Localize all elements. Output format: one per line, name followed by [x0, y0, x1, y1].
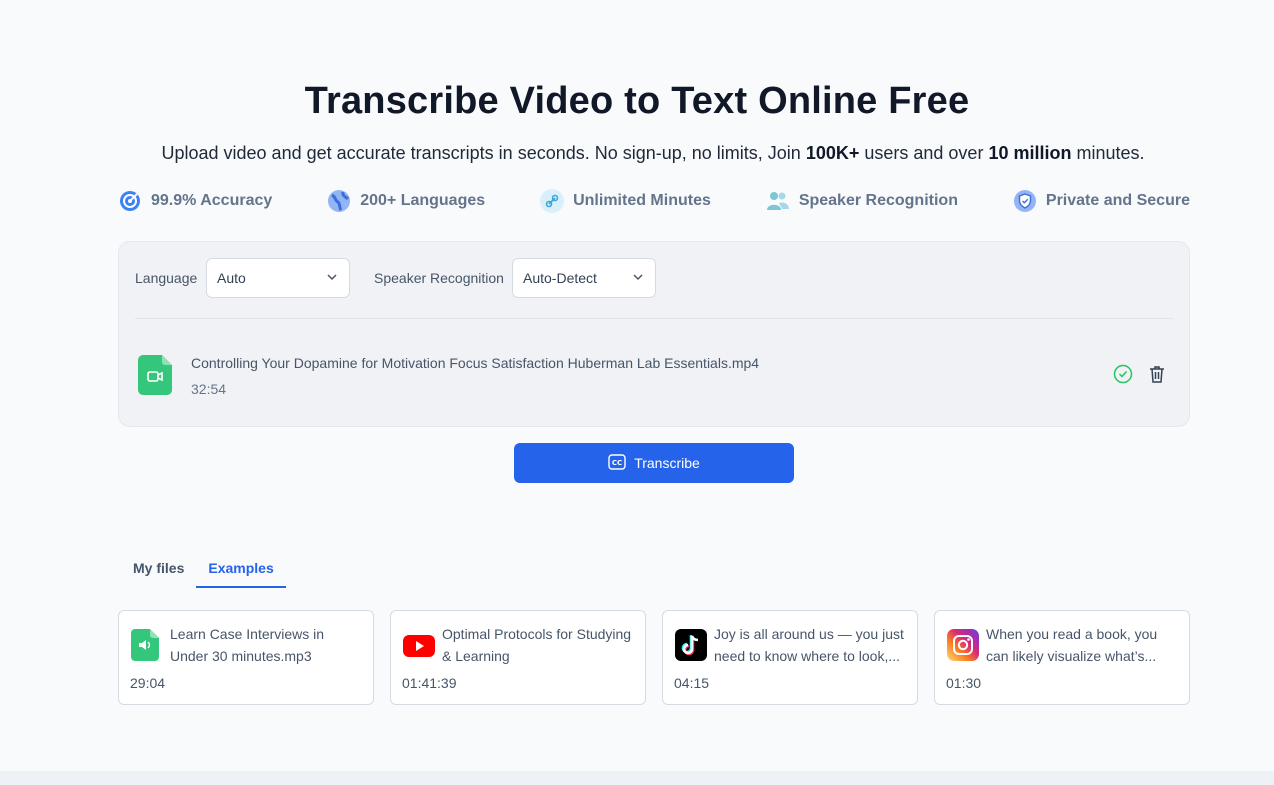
- example-card[interactable]: Learn Case Interviews in Under 30 minute…: [118, 610, 374, 705]
- captions-icon: CC: [608, 453, 626, 473]
- example-card[interactable]: When you read a book, you can likely vis…: [934, 610, 1190, 705]
- shield-icon: [1013, 189, 1037, 213]
- upload-panel: Language Auto Speaker Recognition Auto-D…: [118, 241, 1190, 427]
- target-icon: [118, 189, 142, 213]
- link-icon: [540, 189, 565, 213]
- tab-my-files[interactable]: My files: [118, 560, 196, 588]
- speaker-select-value: Auto-Detect: [523, 270, 597, 286]
- feature-label: 200+ Languages: [360, 192, 486, 209]
- feature-speaker: Speaker Recognition: [766, 189, 958, 213]
- example-title: Learn Case Interviews in Under 30 minute…: [170, 626, 325, 664]
- speaker-select[interactable]: Auto-Detect: [512, 258, 656, 298]
- example-duration: 04:15: [674, 675, 710, 691]
- features-row: 99.9% Accuracy 200+ Languages Unlimited …: [118, 189, 1190, 213]
- example-card[interactable]: Joy is all around us — you just need to …: [662, 610, 918, 705]
- language-label: Language: [135, 270, 198, 286]
- check-circle-icon: [1113, 364, 1133, 384]
- footer-band: [0, 771, 1274, 785]
- example-duration: 29:04: [130, 675, 166, 691]
- users-icon: [766, 189, 790, 213]
- instagram-icon: [947, 629, 979, 661]
- trash-icon[interactable]: [1147, 364, 1167, 384]
- example-duration: 01:30: [946, 675, 982, 691]
- example-card[interactable]: Optimal Protocols for Studying & Learnin…: [390, 610, 646, 705]
- svg-text:CC: CC: [612, 459, 622, 467]
- page-subtitle: Upload video and get accurate transcript…: [0, 143, 1274, 164]
- example-title: Optimal Protocols for Studying & Learnin…: [442, 626, 632, 664]
- audio-file-icon: [131, 629, 163, 661]
- minutes-count: 10 million: [988, 143, 1072, 163]
- feature-label: Unlimited Minutes: [573, 192, 711, 209]
- youtube-icon: [403, 629, 435, 661]
- chevron-down-icon: [631, 270, 645, 287]
- file-name: Controlling Your Dopamine for Motivation…: [191, 355, 760, 371]
- feature-accuracy: 99.9% Accuracy: [118, 189, 272, 213]
- example-title: When you read a book, you can likely vis…: [986, 626, 1158, 664]
- users-count: 100K+: [805, 143, 860, 163]
- subtitle-text: Upload video and get accurate transcript…: [161, 143, 806, 163]
- transcribe-button[interactable]: CC Transcribe: [514, 443, 794, 483]
- file-duration: 32:54: [191, 381, 227, 397]
- subtitle-text: minutes.: [1071, 143, 1145, 163]
- chevron-down-icon: [325, 270, 339, 287]
- feature-unlimited: Unlimited Minutes: [540, 189, 711, 213]
- examples-list: Learn Case Interviews in Under 30 minute…: [118, 610, 1190, 705]
- example-duration: 01:41:39: [402, 675, 457, 691]
- page-title: Transcribe Video to Text Online Free: [304, 80, 970, 122]
- subtitle-text: users and over: [859, 143, 989, 163]
- tiktok-icon: [675, 629, 707, 661]
- example-title: Joy is all around us — you just need to …: [714, 626, 904, 664]
- tab-examples[interactable]: Examples: [196, 560, 286, 588]
- feature-label: Private and Secure: [1045, 192, 1190, 209]
- speaker-label: Speaker Recognition: [374, 270, 504, 286]
- feature-label: Speaker Recognition: [798, 192, 958, 209]
- video-file-icon: [138, 355, 172, 395]
- language-select-value: Auto: [217, 270, 246, 286]
- divider: [135, 318, 1173, 319]
- feature-languages: 200+ Languages: [327, 189, 485, 213]
- globe-icon: [327, 189, 351, 213]
- feature-secure: Private and Secure: [1013, 189, 1190, 213]
- feature-label: 99.9% Accuracy: [151, 192, 273, 209]
- transcribe-button-label: Transcribe: [634, 455, 700, 471]
- files-tabs: My files Examples: [118, 560, 286, 588]
- language-select[interactable]: Auto: [206, 258, 350, 298]
